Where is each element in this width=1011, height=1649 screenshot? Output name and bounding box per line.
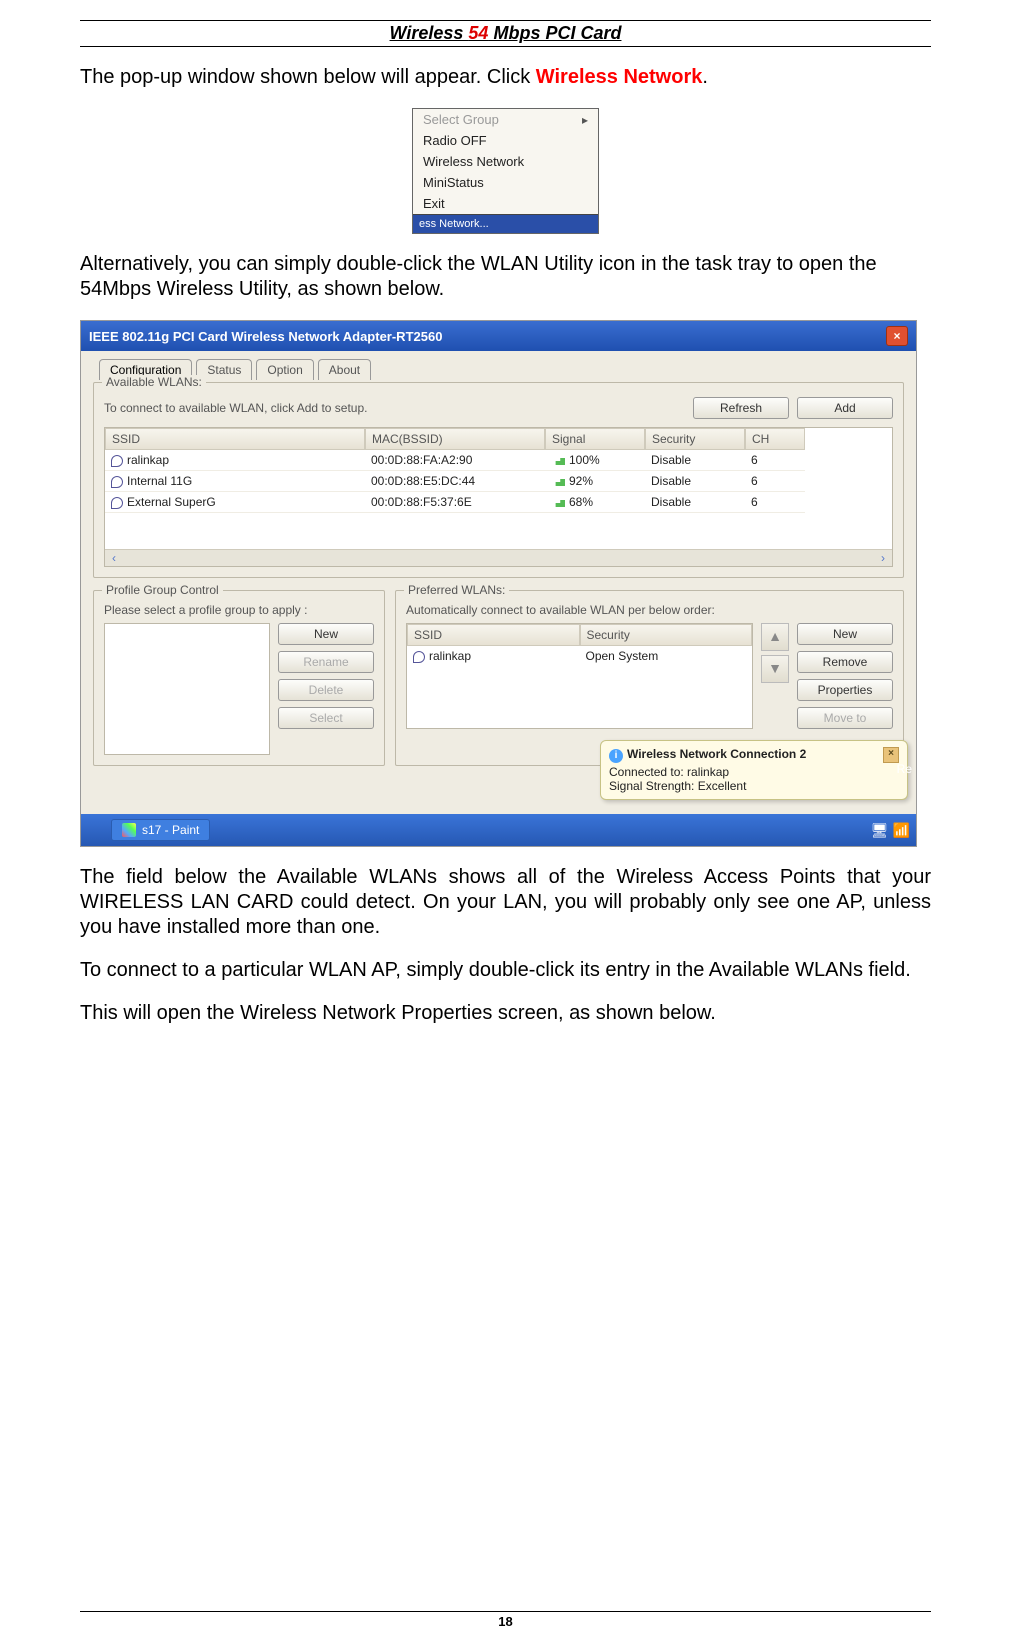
emphasis-wireless-network: Wireless Network — [536, 66, 703, 88]
col-ssid[interactable]: SSID — [105, 428, 365, 450]
col-security[interactable]: Security — [645, 428, 745, 450]
window-titlebar[interactable]: IEEE 802.11g PCI Card Wireless Network A… — [81, 321, 916, 351]
col-signal[interactable]: Signal — [545, 428, 645, 450]
tab-strip: Configuration Status Option About — [93, 359, 904, 380]
table-row[interactable]: ralinkap 00:0D:88:FA:A2:90 100% Disable … — [105, 450, 892, 471]
tab-option[interactable]: Option — [256, 359, 313, 380]
preferred-moveto-button[interactable]: Move to — [797, 707, 893, 729]
balloon-line2: Signal Strength: Excellent — [609, 779, 899, 793]
profile-desc: Please select a profile group to apply : — [104, 603, 374, 617]
taskbar[interactable]: s17 - Paint 🖥 📶 — [81, 814, 916, 846]
notification-balloon[interactable]: i Wireless Network Connection 2 × Connect… — [600, 740, 908, 800]
menu-item-exit[interactable]: Exit — [413, 193, 598, 214]
page-footer: 18 — [80, 1611, 931, 1629]
signal-icon — [551, 476, 565, 486]
available-wlans-group: Available WLANs: To connect to available… — [93, 382, 904, 578]
balloon-title: Wireless Network Connection 2 — [627, 747, 806, 761]
available-legend: Available WLANs: — [102, 375, 206, 389]
preferred-new-button[interactable]: New — [797, 623, 893, 645]
system-tray[interactable]: 🖥 📶 — [871, 822, 910, 839]
pref-col-security[interactable]: Security — [580, 624, 753, 646]
horizontal-scrollbar[interactable]: ‹ › — [105, 549, 892, 566]
scroll-right-icon[interactable]: › — [874, 550, 892, 566]
header-red: 54 — [468, 23, 488, 43]
paragraph-2: Alternatively, you can simply double-cli… — [80, 252, 931, 302]
preferred-legend: Preferred WLANs: — [404, 583, 509, 597]
scroll-left-icon[interactable]: ‹ — [105, 550, 123, 566]
tab-about[interactable]: About — [318, 359, 371, 380]
add-button[interactable]: Add — [797, 397, 893, 419]
profile-list[interactable] — [104, 623, 270, 755]
close-icon[interactable]: × — [886, 326, 908, 346]
wlan-icon — [111, 497, 123, 509]
intro-paragraph: The pop-up window shown below will appea… — [80, 65, 931, 90]
col-mac[interactable]: MAC(BSSID) — [365, 428, 545, 450]
side-label: Re — [897, 762, 912, 776]
tray-icon[interactable]: 🖥 — [871, 822, 889, 839]
paragraph-4: To connect to a particular WLAN AP, simp… — [80, 958, 931, 983]
paragraph-5: This will open the Wireless Network Prop… — [80, 1001, 931, 1026]
profile-new-button[interactable]: New — [278, 623, 374, 645]
signal-icon — [551, 455, 565, 465]
profile-rename-button[interactable]: Rename — [278, 651, 374, 673]
window-title: IEEE 802.11g PCI Card Wireless Network A… — [89, 329, 442, 344]
signal-icon — [551, 497, 565, 507]
table-row[interactable]: External SuperG 00:0D:88:F5:37:6E 68% Di… — [105, 492, 892, 513]
refresh-button[interactable]: Refresh — [693, 397, 789, 419]
wlan-icon — [111, 455, 123, 467]
paragraph-3: The field below the Available WLANs show… — [80, 865, 931, 940]
balloon-line1: Connected to: ralinkap — [609, 765, 899, 779]
header-pre: Wireless — [390, 23, 469, 43]
balloon-close-icon[interactable]: × — [883, 747, 899, 763]
profile-group-control: Profile Group Control Please select a pr… — [93, 590, 385, 766]
profile-legend: Profile Group Control — [102, 583, 223, 597]
wlan-icon — [111, 476, 123, 488]
wlan-icon — [413, 651, 425, 663]
info-icon: i — [609, 749, 623, 763]
context-menu: Select Group ▸ Radio OFF Wireless Networ… — [412, 108, 599, 234]
menu-footer: ess Network... — [413, 214, 598, 233]
preferred-desc: Automatically connect to available WLAN … — [406, 603, 893, 617]
menu-item-ministatus[interactable]: MiniStatus — [413, 172, 598, 193]
menu-item-wireless-network[interactable]: Wireless Network — [413, 151, 598, 172]
preferred-table: SSID Security ralinkap Open System — [406, 623, 753, 729]
available-wlans-table: SSID MAC(BSSID) Signal Security CH ralin… — [104, 427, 893, 567]
profile-select-button[interactable]: Select — [278, 707, 374, 729]
preferred-properties-button[interactable]: Properties — [797, 679, 893, 701]
profile-delete-button[interactable]: Delete — [278, 679, 374, 701]
available-desc: To connect to available WLAN, click Add … — [104, 401, 367, 415]
preferred-row[interactable]: ralinkap Open System — [407, 646, 752, 666]
move-up-button[interactable]: ▲ — [761, 623, 789, 651]
page-number: 18 — [80, 1614, 931, 1629]
table-header: SSID MAC(BSSID) Signal Security CH — [105, 428, 892, 450]
pref-col-ssid[interactable]: SSID — [407, 624, 580, 646]
preferred-remove-button[interactable]: Remove — [797, 651, 893, 673]
tray-icon[interactable]: 📶 — [893, 822, 910, 839]
chevron-right-icon: ▸ — [582, 113, 588, 127]
col-ch[interactable]: CH — [745, 428, 805, 450]
move-down-button[interactable]: ▼ — [761, 655, 789, 683]
menu-item-select-group[interactable]: Select Group ▸ — [413, 109, 598, 130]
page-header: Wireless 54 Mbps PCI Card — [80, 23, 931, 44]
paint-icon — [122, 823, 136, 837]
table-row[interactable]: Internal 11G 00:0D:88:E5:DC:44 92% Disab… — [105, 471, 892, 492]
header-post: Mbps PCI Card — [488, 23, 621, 43]
menu-item-radio-off[interactable]: Radio OFF — [413, 130, 598, 151]
wireless-utility-window: IEEE 802.11g PCI Card Wireless Network A… — [80, 320, 917, 847]
taskbar-app[interactable]: s17 - Paint — [111, 819, 210, 841]
